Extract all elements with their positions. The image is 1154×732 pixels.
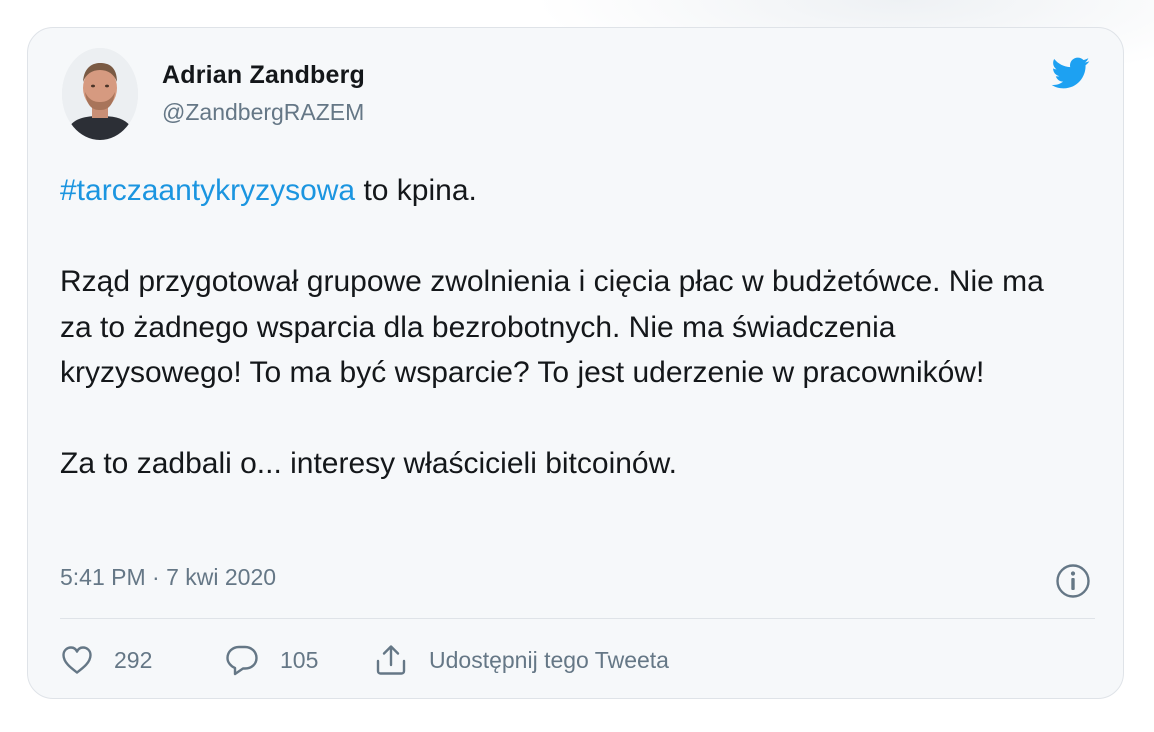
- divider: [60, 618, 1095, 619]
- share-upload-icon: [376, 645, 406, 675]
- tweet-paragraph-1: #tarczaantykryzysowa to kpina.: [60, 168, 1080, 214]
- tweet-paragraph-1-text: to kpina.: [355, 174, 477, 207]
- author-name[interactable]: Adrian Zandberg: [162, 61, 365, 90]
- reply-count: 105: [280, 646, 319, 673]
- tweet-text: #tarczaantykryzysowa to kpina. Rząd przy…: [60, 168, 1080, 487]
- info-icon[interactable]: [1055, 563, 1091, 599]
- reply-bubble-icon: [226, 645, 258, 676]
- reply-button[interactable]: 105: [224, 642, 318, 678]
- tweet-card[interactable]: Adrian Zandberg @ZandbergRAZEM #tarczaan…: [27, 27, 1124, 699]
- like-button[interactable]: 292: [60, 642, 152, 678]
- author-avatar[interactable]: [62, 48, 138, 140]
- twitter-bird-icon[interactable]: [1046, 53, 1094, 93]
- author-handle[interactable]: @ZandbergRAZEM: [162, 99, 364, 126]
- hashtag-link[interactable]: #tarczaantykryzysowa: [60, 174, 355, 207]
- share-label: Udostępnij tego Tweeta: [429, 646, 669, 673]
- heart-icon: [62, 646, 92, 674]
- tweet-paragraph-2: Rząd przygotował grupowe zwolnienia i ci…: [60, 265, 1044, 389]
- like-count: 292: [114, 646, 153, 673]
- tweet-paragraph-3: Za to zadbali o... interesy właścicieli …: [60, 447, 677, 480]
- tweet-timestamp[interactable]: 5:41 PM · 7 kwi 2020: [60, 564, 276, 591]
- share-button[interactable]: Udostępnij tego Tweeta: [373, 642, 669, 678]
